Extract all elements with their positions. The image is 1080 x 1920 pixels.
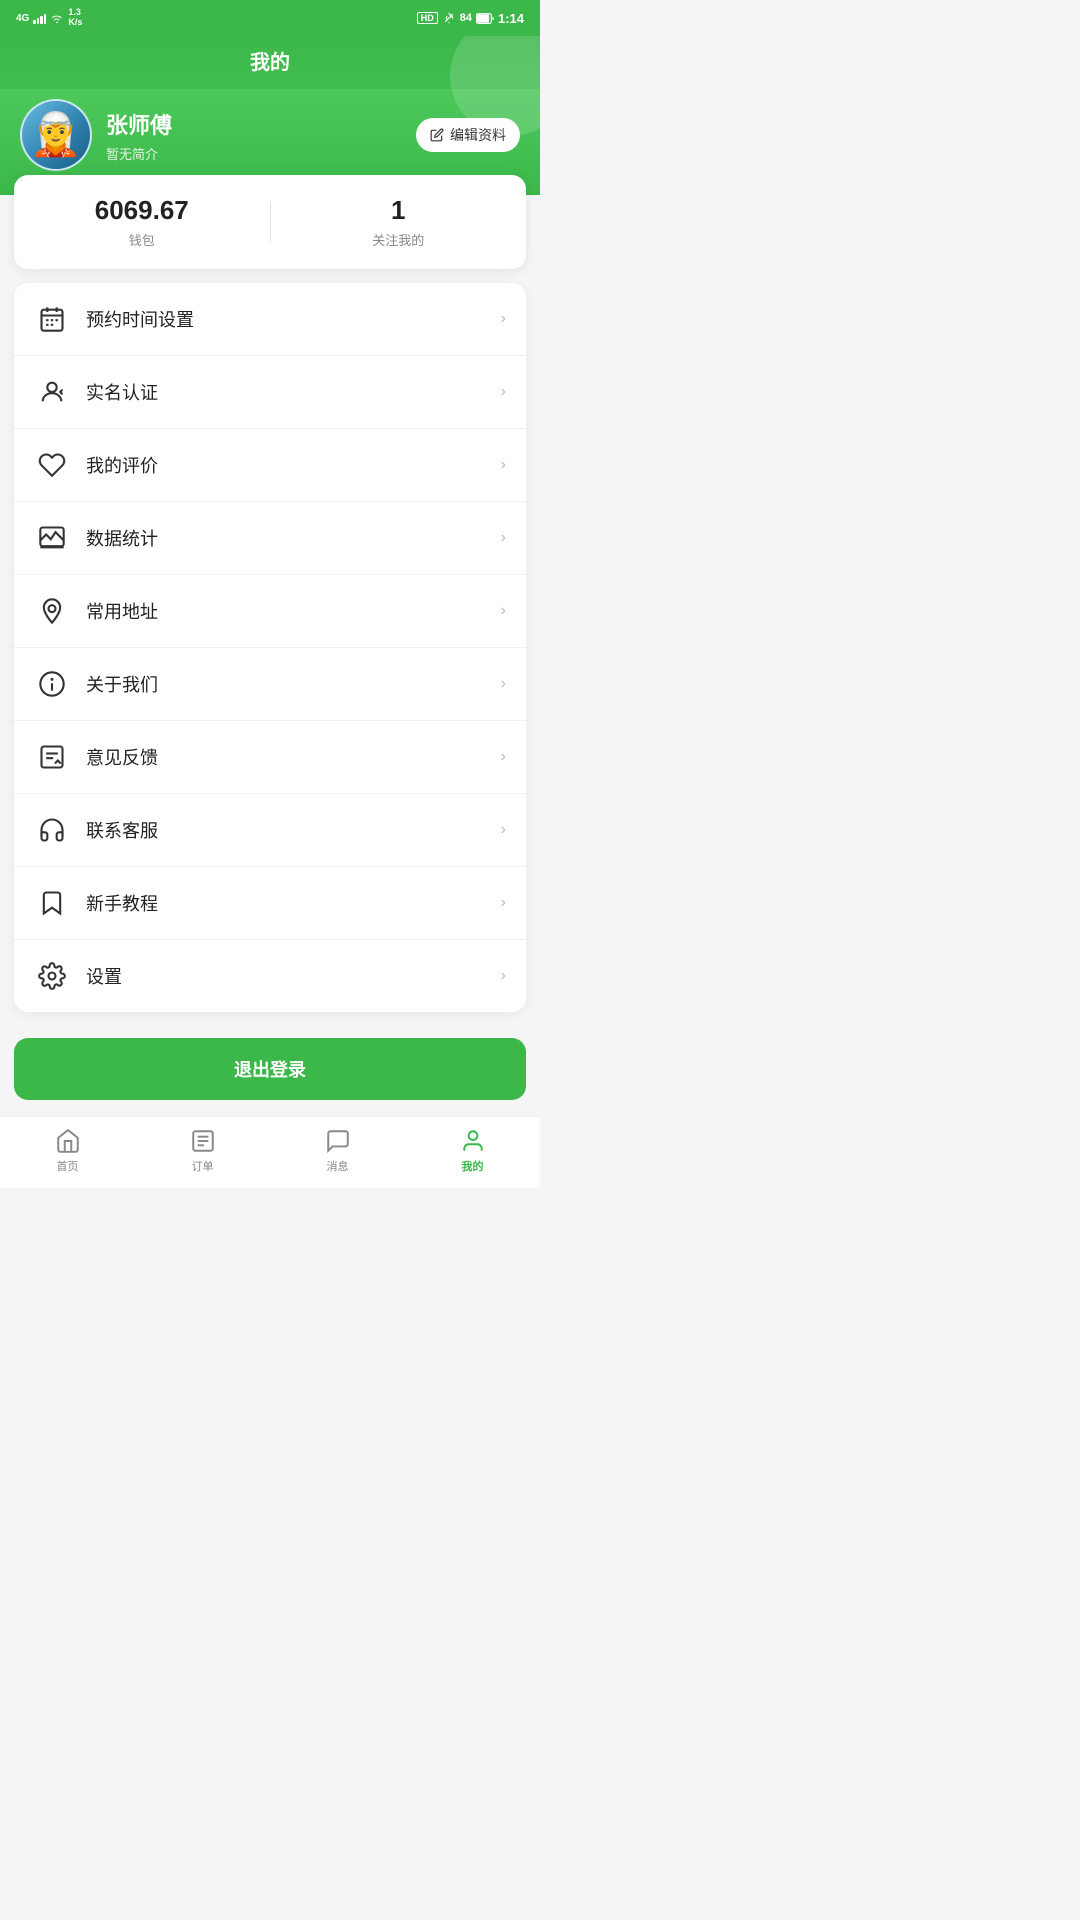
nav-label-orders: 订单 [192,1158,214,1174]
edit-profile-label: 编辑资料 [450,125,506,145]
status-left: 4G 1.3 K/s [16,8,82,28]
menu-label-address: 常用地址 [86,598,501,624]
logout-section: 退出登录 [0,1028,540,1116]
menu-item-stats[interactable]: 数据统计 › [14,502,526,575]
wallet-value: 6069.67 [14,195,270,226]
edit-icon [430,128,444,142]
menu-item-support[interactable]: 联系客服 › [14,794,526,867]
network-type: 4G [16,13,29,24]
menu-item-tutorial[interactable]: 新手教程 › [14,867,526,940]
nav-item-messages[interactable]: 消息 [270,1127,405,1174]
chevron-right-icon: › [501,602,506,620]
nav-label-messages: 消息 [327,1158,349,1174]
clock: 1:14 [498,11,524,26]
chevron-right-icon: › [501,675,506,693]
nav-label-profile: 我的 [462,1158,484,1174]
chevron-right-icon: › [501,456,506,474]
info-icon [34,666,70,702]
edit-profile-button[interactable]: 编辑资料 [416,118,520,152]
menu-label-about: 关于我们 [86,671,501,697]
heart-icon [34,447,70,483]
chevron-right-icon: › [501,310,506,328]
mute-icon [442,11,456,25]
nav-label-home: 首页 [57,1158,79,1174]
menu-label-tutorial: 新手教程 [86,890,501,916]
bottom-nav: 首页 订单 消息 我的 [0,1116,540,1188]
wallet-stat[interactable]: 6069.67 钱包 [14,195,270,249]
menu-item-settings[interactable]: 设置 › [14,940,526,1012]
chevron-right-icon: › [501,383,506,401]
profile-nav-icon [459,1127,487,1155]
chevron-right-icon: › [501,748,506,766]
battery-icon [476,13,494,24]
followers-label: 关注我的 [271,230,527,249]
hd-badge: HD [417,12,438,24]
profile-info: 张师傅 暂无简介 [106,108,172,163]
battery-level: 84 [460,12,472,24]
logout-button[interactable]: 退出登录 [14,1038,526,1100]
location-icon [34,593,70,629]
menu-label-rating: 我的评价 [86,452,501,478]
orders-icon [189,1127,217,1155]
calendar-icon [34,301,70,337]
menu-item-address[interactable]: 常用地址 › [14,575,526,648]
profile-left: 张师傅 暂无简介 [20,99,172,171]
menu-item-schedule[interactable]: 预约时间设置 › [14,283,526,356]
nav-item-orders[interactable]: 订单 [135,1127,270,1174]
menu-item-about[interactable]: 关于我们 › [14,648,526,721]
signal-icon [33,12,46,24]
nav-item-profile[interactable]: 我的 [405,1127,540,1174]
headset-icon [34,812,70,848]
page-title: 我的 [0,46,540,89]
user-name: 张师傅 [106,108,172,140]
menu-label-stats: 数据统计 [86,525,501,551]
user-bio: 暂无简介 [106,144,172,163]
wallet-label: 钱包 [14,230,270,249]
status-bar: 4G 1.3 K/s HD 84 1:14 [0,0,540,36]
messages-icon [324,1127,352,1155]
chevron-right-icon: › [501,821,506,839]
menu-card: 预约时间设置 › 实名认证 › 我的评价 › 数据统计 › 常用地址 › 关于我 [14,283,526,1012]
bookmark-icon [34,885,70,921]
chevron-right-icon: › [501,967,506,985]
chart-icon [34,520,70,556]
avatar[interactable] [20,99,92,171]
menu-label-feedback: 意见反馈 [86,744,501,770]
menu-label-settings: 设置 [86,963,501,989]
stats-card: 6069.67 钱包 1 关注我的 [14,175,526,269]
network-speed: 1.3 K/s [68,8,82,28]
status-right: HD 84 1:14 [417,11,524,26]
person-icon [34,374,70,410]
menu-item-rating[interactable]: 我的评价 › [14,429,526,502]
nav-item-home[interactable]: 首页 [0,1127,135,1174]
feedback-icon [34,739,70,775]
gear-icon [34,958,70,994]
chevron-right-icon: › [501,894,506,912]
menu-item-feedback[interactable]: 意见反馈 › [14,721,526,794]
followers-value: 1 [271,195,527,226]
menu-label-support: 联系客服 [86,817,501,843]
chevron-right-icon: › [501,529,506,547]
followers-stat[interactable]: 1 关注我的 [271,195,527,249]
header: 我的 张师傅 暂无简介 编辑资料 [0,36,540,195]
wifi-icon [50,12,64,24]
menu-label-schedule: 预约时间设置 [86,306,501,332]
menu-item-realname[interactable]: 实名认证 › [14,356,526,429]
menu-label-realname: 实名认证 [86,379,501,405]
home-icon [54,1127,82,1155]
